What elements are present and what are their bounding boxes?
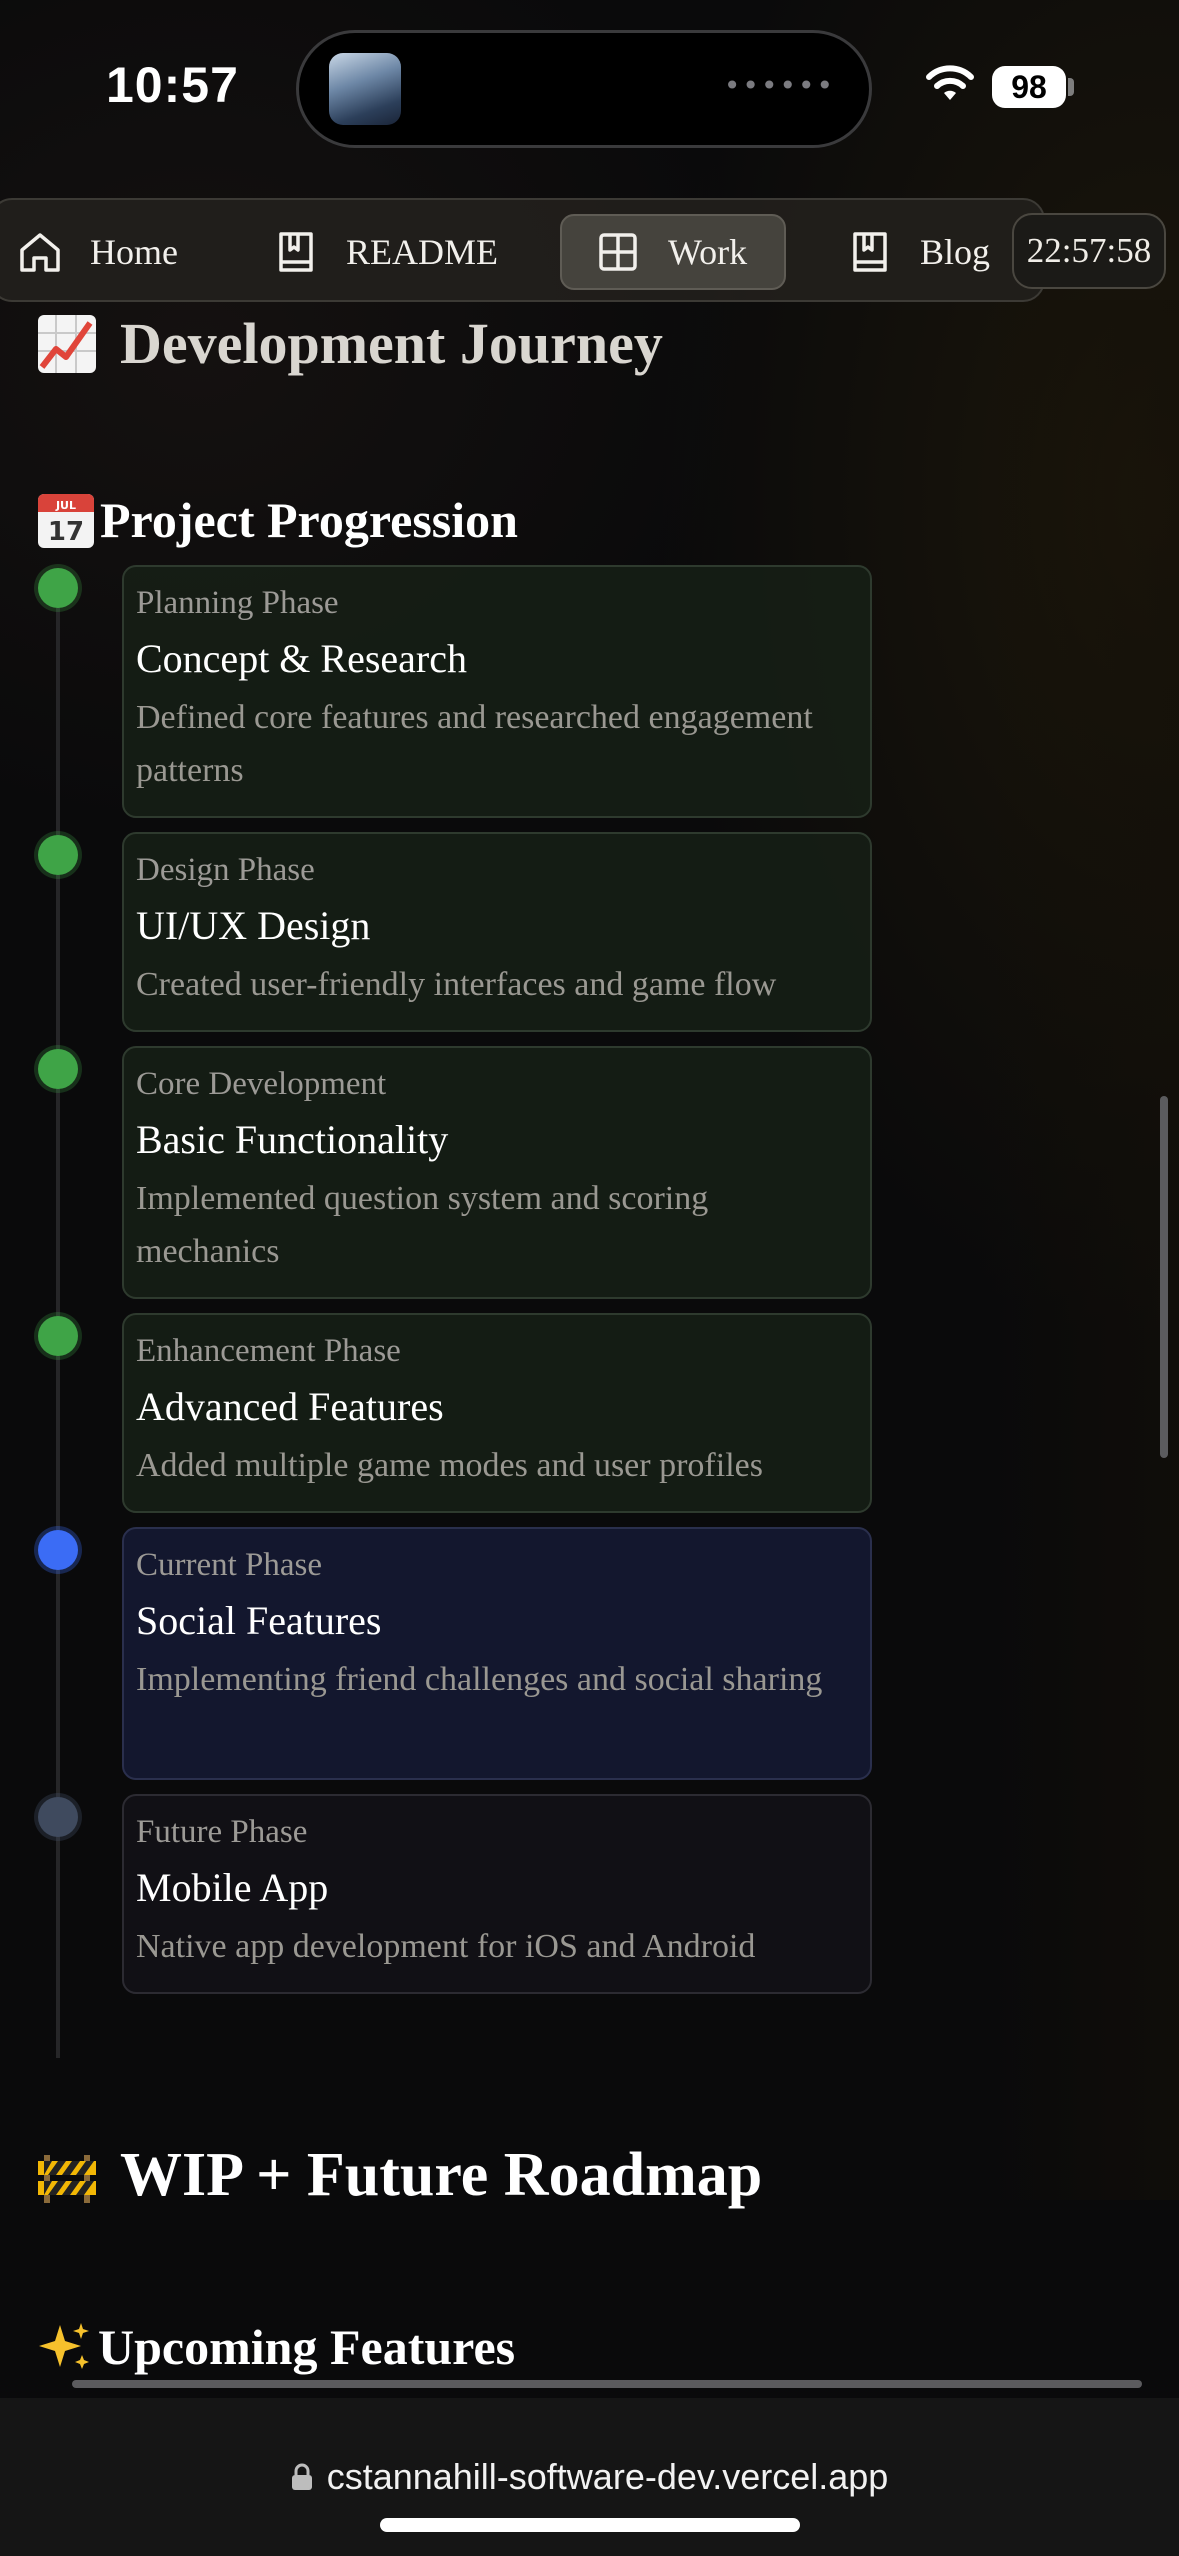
- nav-item-blog[interactable]: Blog: [846, 214, 990, 290]
- timeline-card: Design Phase UI/UX Design Created user-f…: [122, 832, 872, 1032]
- card-phase: Future Phase: [136, 1814, 308, 1850]
- card-phase: Enhancement Phase: [136, 1333, 401, 1369]
- dynamic-island[interactable]: ••••••: [296, 30, 872, 148]
- wifi-icon: [926, 65, 974, 100]
- chart-increasing-icon: [38, 314, 96, 373]
- calendar-icon: JUL 17: [38, 494, 94, 548]
- nav-label-home: Home: [90, 232, 178, 272]
- subsection-title: JUL 17 Project Progression: [36, 490, 518, 550]
- nav-item-work[interactable]: Work: [560, 214, 786, 290]
- nav-item-home[interactable]: Home: [16, 214, 178, 290]
- svg-text:17: 17: [48, 517, 84, 547]
- card-title: Basic Functionality: [136, 1117, 449, 1162]
- timeline-dot-done: [38, 1049, 78, 1089]
- card-title: Concept & Research: [136, 636, 467, 681]
- card-title: UI/UX Design: [136, 903, 371, 948]
- battery-level: 98: [992, 66, 1066, 108]
- book-icon: [853, 232, 887, 272]
- status-time: 10:57: [106, 57, 239, 113]
- roadmap-title-text: WIP + Future Roadmap: [120, 2141, 763, 2209]
- card-title: Mobile App: [136, 1865, 329, 1910]
- sparkles-icon: [39, 2323, 89, 2369]
- horizontal-scrollbar[interactable]: [72, 2380, 1142, 2388]
- nav-label-readme: README: [346, 232, 498, 272]
- timeline-card: Enhancement Phase Advanced Features Adde…: [122, 1313, 872, 1513]
- card-phase: Core Development: [136, 1066, 387, 1102]
- card-description: Created user-friendly interfaces and gam…: [136, 966, 777, 1003]
- nav-label-blog: Blog: [920, 232, 991, 272]
- card-title: Social Features: [136, 1598, 382, 1643]
- home-indicator[interactable]: [380, 2518, 800, 2532]
- browser-address-bar[interactable]: cstannahill-software-dev.vercel.app: [0, 2398, 1179, 2556]
- card-phase: Current Phase: [136, 1547, 323, 1583]
- timeline-card-future: Future Phase Mobile App Native app devel…: [122, 1794, 872, 1994]
- timeline-card: Planning Phase Concept & Research Define…: [122, 565, 872, 818]
- vertical-scrollbar[interactable]: [1160, 1096, 1168, 1458]
- upcoming-title-text: Upcoming Features: [98, 2319, 516, 2375]
- section-title: Development Journey: [36, 310, 663, 377]
- card-description: Defined core features and researched eng…: [136, 699, 813, 789]
- timeline-dot-done: [38, 568, 78, 608]
- background-shade: [980, 300, 1179, 2200]
- status-bar: 10:57 •••••• 98: [0, 0, 1179, 175]
- home-icon: [20, 233, 60, 272]
- card-phase: Planning Phase: [136, 585, 339, 621]
- now-playing-artwork: [329, 53, 401, 125]
- timeline-dot-current: [38, 1530, 78, 1570]
- nav-item-readme[interactable]: README: [272, 214, 498, 290]
- card-description: Added multiple game modes and user profi…: [136, 1447, 763, 1484]
- lock-icon: [291, 2463, 312, 2490]
- timeline-card: Core Development Basic Functionality Imp…: [122, 1046, 872, 1299]
- card-description: Native app development for iOS and Andro…: [136, 1928, 756, 1965]
- card-phase: Design Phase: [136, 852, 315, 888]
- svg-text:JUL: JUL: [55, 499, 76, 512]
- card-description: Implemented question system and scoring …: [136, 1180, 709, 1270]
- top-navigation: Home README Work Blog: [0, 198, 1045, 302]
- battery-nub: [1068, 78, 1074, 96]
- url-row[interactable]: cstannahill-software-dev.vercel.app: [0, 2456, 1179, 2498]
- upcoming-title: Upcoming Features: [36, 2318, 515, 2376]
- timeline-dot-future: [38, 1797, 78, 1837]
- url-text: cstannahill-software-dev.vercel.app: [326, 2456, 889, 2497]
- roadmap-title: WIP + Future Roadmap: [36, 2140, 762, 2211]
- section-title-text: Development Journey: [120, 311, 663, 376]
- subsection-title-text: Project Progression: [100, 492, 518, 548]
- clock-badge: 22:57:58: [1012, 213, 1166, 289]
- timeline-dot-done: [38, 835, 78, 875]
- construction-icon: [38, 2154, 96, 2203]
- card-title: Advanced Features: [136, 1384, 444, 1429]
- audio-waveform-icon: ••••••: [723, 69, 835, 102]
- timeline-dot-done: [38, 1316, 78, 1356]
- timeline-card-current: Current Phase Social Features Implementi…: [122, 1527, 872, 1780]
- nav-label-work: Work: [668, 232, 748, 272]
- card-description: Implementing friend challenges and socia…: [136, 1661, 823, 1698]
- book-icon: [279, 232, 313, 272]
- grid-icon: [599, 233, 637, 271]
